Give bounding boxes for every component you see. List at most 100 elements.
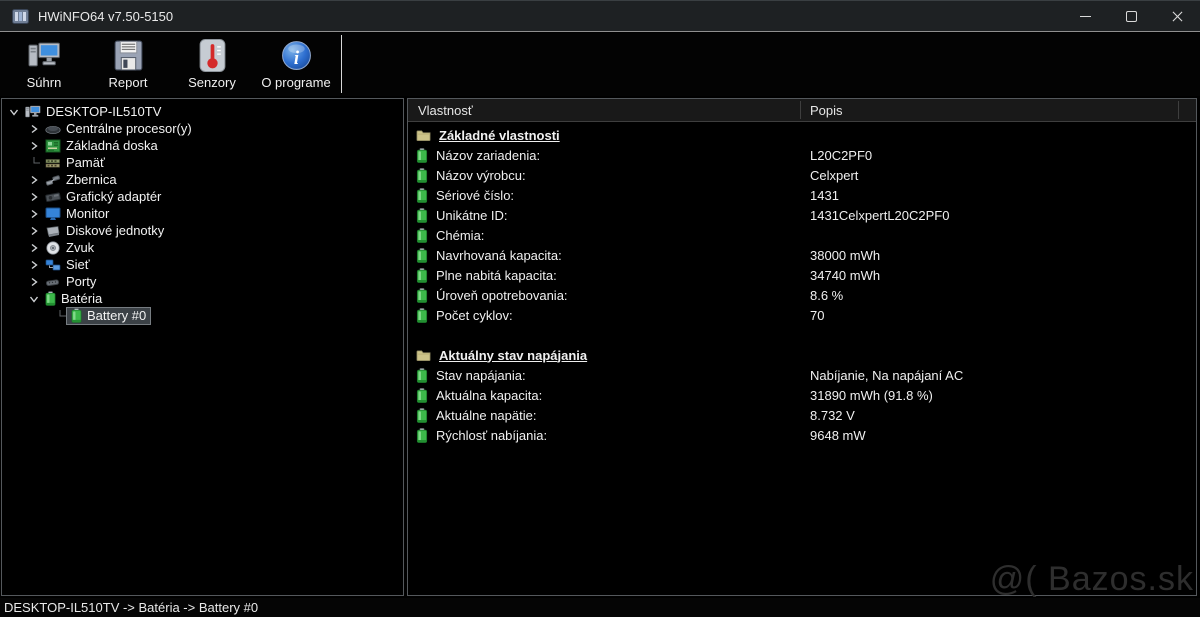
property-label: Názov výrobcu:	[436, 167, 526, 183]
section-title: Základné vlastnosti	[439, 127, 560, 143]
property-value: L20C2PF0	[810, 147, 873, 163]
toolbar-button-summary[interactable]: Súhrn	[2, 33, 86, 96]
folder-icon	[416, 129, 431, 142]
toolbar-button-label: Senzory	[188, 75, 236, 90]
property-row[interactable]: Chémia:	[408, 225, 1196, 245]
tree-item-sound[interactable]: Zvuk	[2, 239, 403, 256]
tree-line-icon	[26, 156, 41, 169]
tree-item-battery-0[interactable]: Battery #0	[2, 306, 403, 325]
chevron-right-icon[interactable]	[26, 173, 41, 186]
property-value: 70	[810, 307, 825, 323]
tree-item-cpu[interactable]: Centrálne procesor(y)	[2, 120, 403, 137]
property-section: Aktuálny stav napájania Stav napájania: Na…	[408, 345, 1196, 445]
bus-icon	[45, 173, 61, 187]
tree-item-motherboard[interactable]: Základná doska	[2, 137, 403, 154]
property-row[interactable]: Názov výrobcu: Celxpert	[408, 165, 1196, 185]
property-row[interactable]: Stav napájania: Nabíjanie, Na napájaní AC	[408, 365, 1196, 385]
property-label: Navrhovaná kapacita:	[436, 247, 562, 263]
battery-icon	[416, 167, 428, 183]
computer-icon	[28, 39, 61, 72]
toolbar: Súhrn Report Senzory i O programe	[0, 33, 1200, 96]
ports-icon	[45, 275, 61, 289]
property-row[interactable]: Unikátne ID: 1431CelxpertL20C2PF0	[408, 205, 1196, 225]
system-tree-panel: DESKTOP-IL510TV Centrálne procesor(y) Zákl…	[1, 98, 404, 596]
battery-icon	[416, 247, 428, 263]
property-value: Nabíjanie, Na napájaní AC	[810, 367, 964, 383]
minimize-button[interactable]	[1062, 1, 1108, 31]
battery-icon	[416, 267, 428, 283]
tree-item-label: Pamäť	[66, 155, 105, 170]
property-value: 9648 mW	[810, 427, 866, 443]
computer-icon	[25, 105, 41, 119]
tree-item-disks[interactable]: Diskové jednotky	[2, 222, 403, 239]
property-row[interactable]: Plne nabitá kapacita: 34740 mWh	[408, 265, 1196, 285]
statusbar: DESKTOP-IL510TV -> Batéria -> Battery #0	[0, 598, 1200, 617]
tree-item-computer[interactable]: DESKTOP-IL510TV	[2, 103, 403, 120]
cpu-icon	[45, 122, 61, 136]
property-label: Aktuálne napätie:	[436, 407, 537, 423]
tree-item-label: Battery #0	[87, 308, 147, 323]
motherboard-icon	[45, 139, 61, 153]
tree-item-network[interactable]: Sieť	[2, 256, 403, 273]
property-label: Počet cyklov:	[436, 307, 513, 323]
property-row[interactable]: Rýchlosť nabíjania: 9648 mW	[408, 425, 1196, 445]
toolbar-button-about[interactable]: i O programe	[254, 33, 338, 96]
chevron-down-icon[interactable]	[6, 105, 21, 118]
property-row[interactable]: Úroveň opotrebovania: 8.6 %	[408, 285, 1196, 305]
battery-icon	[416, 407, 428, 423]
battery-icon	[416, 187, 428, 203]
column-divider[interactable]	[800, 101, 801, 119]
chevron-right-icon[interactable]	[26, 122, 41, 135]
battery-icon	[71, 308, 82, 323]
chevron-right-icon[interactable]	[26, 241, 41, 254]
property-row[interactable]: Aktuálne napätie: 8.732 V	[408, 405, 1196, 425]
property-row[interactable]: Názov zariadenia: L20C2PF0	[408, 145, 1196, 165]
tree-item-monitor[interactable]: Monitor	[2, 205, 403, 222]
property-value: 34740 mWh	[810, 267, 881, 283]
column-header-description[interactable]: Popis	[810, 103, 843, 118]
toolbar-separator	[341, 35, 342, 93]
tree-item-battery[interactable]: Batéria	[2, 290, 403, 307]
properties-panel: Vlastnosť Popis Základné vlastnosti Názov…	[407, 98, 1197, 596]
chevron-right-icon[interactable]	[26, 258, 41, 271]
property-value: 31890 mWh (91.8 %)	[810, 387, 933, 403]
tree-item-label: Diskové jednotky	[66, 223, 165, 238]
property-row[interactable]: Sériové číslo: 1431	[408, 185, 1196, 205]
close-button[interactable]	[1154, 1, 1200, 31]
section-header[interactable]: Základné vlastnosti	[408, 125, 1196, 145]
toolbar-button-sensors[interactable]: Senzory	[170, 33, 254, 96]
tree-item-bus[interactable]: Zbernica	[2, 171, 403, 188]
section-header[interactable]: Aktuálny stav napájania	[408, 345, 1196, 365]
column-header-property[interactable]: Vlastnosť	[408, 103, 473, 118]
tree-item-label: Sieť	[66, 257, 90, 272]
chevron-right-icon[interactable]	[26, 190, 41, 203]
property-row[interactable]: Navrhovaná kapacita: 38000 mWh	[408, 245, 1196, 265]
maximize-icon	[1125, 10, 1137, 22]
tree-item-ports[interactable]: Porty	[2, 273, 403, 290]
tree-item-memory[interactable]: Pamäť	[2, 154, 403, 171]
chevron-right-icon[interactable]	[26, 207, 41, 220]
monitor-icon	[45, 207, 61, 221]
folder-icon	[416, 349, 431, 362]
tree-item-gpu[interactable]: Grafický adaptér	[2, 188, 403, 205]
chevron-right-icon[interactable]	[26, 139, 41, 152]
chevron-right-icon[interactable]	[26, 224, 41, 237]
chevron-right-icon[interactable]	[26, 275, 41, 288]
property-label: Unikátne ID:	[436, 207, 508, 223]
window-title: HWiNFO64 v7.50-5150	[38, 8, 174, 24]
maximize-button[interactable]	[1108, 1, 1154, 31]
property-row[interactable]: Aktuálna kapacita: 31890 mWh (91.8 %)	[408, 385, 1196, 405]
property-label: Názov zariadenia:	[436, 147, 541, 163]
battery-icon	[416, 207, 428, 223]
property-label: Sériové číslo:	[436, 187, 515, 203]
tree-item-label: Centrálne procesor(y)	[66, 121, 192, 136]
toolbar-button-report[interactable]: Report	[86, 33, 170, 96]
property-row[interactable]: Počet cyklov: 70	[408, 305, 1196, 325]
toolbar-button-label: Report	[108, 75, 148, 90]
column-divider[interactable]	[1178, 101, 1179, 119]
disk-icon	[45, 224, 61, 238]
battery-icon	[416, 307, 428, 323]
close-icon	[1172, 11, 1183, 22]
chevron-down-icon[interactable]	[26, 292, 41, 305]
property-value: 1431CelxpertL20C2PF0	[810, 207, 950, 223]
